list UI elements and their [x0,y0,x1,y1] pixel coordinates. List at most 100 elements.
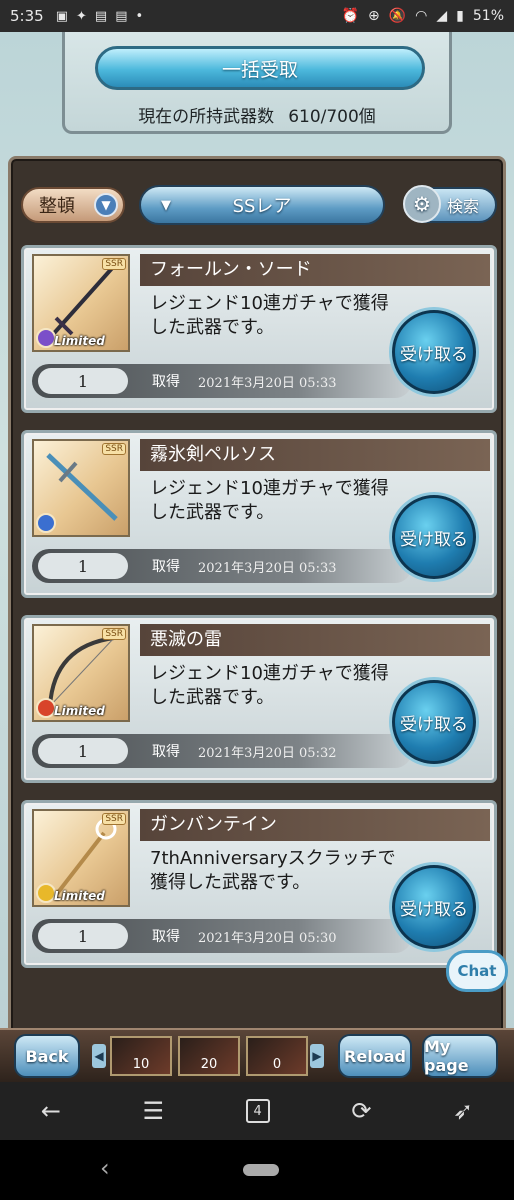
mute-icon: 🔕 [388,8,407,24]
acquired-label: 取得 [152,374,180,390]
system-back-icon[interactable]: ‹ [100,1154,110,1182]
search-button[interactable]: ⚙ 検索 [403,185,497,223]
acquired-label: 取得 [152,929,180,945]
dropdown-triangle-icon: ▼ [161,198,171,213]
element-icon [36,698,56,718]
weapon-thumbnail: SSR [32,439,130,537]
game-viewport: 一括受取 現在の所持武器数 610/700個 整頓 ▼ ▼ SSレア ⚙ 検索 S… [0,32,514,1082]
weapon-quantity: 1 [38,923,128,949]
acquisition-bar: 1 取得 2021年3月20日 05:33 [32,549,412,583]
browser-toolbar: ← ☰ 4 ⟳ ➶ [0,1082,514,1140]
ability-count: 0 [272,1057,282,1072]
ability-slot[interactable]: 10 [110,1036,172,1076]
news-icon: ▤ [94,8,108,24]
acquired-date: 2021年3月20日 05:32 [198,746,337,761]
news-icon: ▤ [115,8,128,24]
element-icon [36,328,56,348]
weapon-thumbnail: SSR Limited [32,809,130,907]
limited-badge: Limited [54,704,105,718]
twitter-icon: ✦ [75,8,87,24]
weapon-description: レジェンド10連ガチャで獲得した武器です。 [150,478,389,523]
limited-badge: Limited [54,889,105,903]
weapon-card: SSR Limited 悪滅の雷 レジェンド10連ガチャで獲得した武器です。 1… [21,615,497,783]
weapon-card: SSR 霧氷剣ペルソス レジェンド10連ガチャで獲得した武器です。 1 取得 2… [21,430,497,598]
rarity-filter-label: SSレア [232,196,292,217]
acquisition-bar: 1 取得 2021年3月20日 05:30 [32,919,412,953]
acquired-date: 2021年3月20日 05:33 [198,561,337,576]
sort-button[interactable]: 整頓 ▼ [21,187,125,223]
alarm-icon: ⏰ [341,8,359,24]
weapon-count: 現在の所持武器数 610/700個 [65,102,449,127]
ssr-badge: SSR [102,258,126,270]
chat-button[interactable]: Chat [446,950,508,992]
element-icon [36,883,56,903]
game-nav-bar: Back ◀ 10 20 0 ▶ Reload My page [0,1028,514,1082]
ssr-badge: SSR [102,628,126,640]
tab-switcher-button[interactable]: 4 [245,1099,270,1123]
reload-button[interactable]: Reload [338,1034,412,1078]
receive-button[interactable]: 受け取る [392,310,476,394]
image-icon: ▣ [55,8,68,24]
limited-badge: Limited [54,334,105,348]
rarity-filter-dropdown[interactable]: ▼ SSレア [139,185,385,225]
top-panel: 一括受取 現在の所持武器数 610/700個 [62,32,452,134]
claim-all-button[interactable]: 一括受取 [95,46,425,90]
gear-icon: ⚙ [403,185,441,223]
weapon-description: 7thAnniversaryスクラッチで獲得した武器です。 [150,848,396,893]
acquisition-bar: 1 取得 2021年3月20日 05:32 [32,734,412,768]
weapon-name: フォールン・ソード [140,254,490,286]
mypage-button[interactable]: My page [422,1034,498,1078]
receive-button[interactable]: 受け取る [392,495,476,579]
signal-icon: ◢ [436,8,448,24]
data-saver-icon: ⊕ [367,8,380,24]
back-button[interactable]: Back [14,1034,80,1078]
weapon-thumbnail: SSR Limited [32,624,130,722]
arrow-left-icon[interactable]: ← [41,1097,61,1125]
status-bar: 5:35 ▣ ✦ ▤ ▤ • ⏰ ⊕ 🔕 ◠ ◢ ▮ 51% [0,0,514,32]
home-pill[interactable] [243,1164,279,1176]
status-time: 5:35 [10,7,44,25]
weapon-count-value: 610/700個 [288,107,376,127]
wifi-icon: ◠ [415,8,428,24]
battery-icon: ▮ [456,8,464,24]
weapon-count-label: 現在の所持武器数 [138,107,275,127]
receive-button[interactable]: 受け取る [392,865,476,949]
battery-percent: 51% [472,8,504,24]
search-label: 検索 [446,197,479,216]
weapon-card: SSR Limited フォールン・ソード レジェンド10連ガチャで獲得した武器… [21,245,497,413]
system-nav-bar: ‹ [0,1140,514,1200]
element-icon [36,513,56,533]
weapon-description: レジェンド10連ガチャで獲得した武器です。 [150,293,389,338]
acquired-label: 取得 [152,559,180,575]
scroll-left-arrow[interactable]: ◀ [92,1044,106,1068]
scroll-right-arrow[interactable]: ▶ [310,1044,324,1068]
acquired-date: 2021年3月20日 05:33 [198,376,337,391]
weapon-description: レジェンド10連ガチャで獲得した武器です。 [150,663,389,708]
acquisition-bar: 1 取得 2021年3月20日 05:33 [32,364,412,398]
chevron-down-icon: ▼ [94,193,118,217]
ability-slot[interactable]: 20 [178,1036,240,1076]
sort-label: 整頓 [39,196,75,217]
weapon-quantity: 1 [38,368,128,394]
weapon-name: ガンバンテイン [140,809,490,841]
weapon-list-frame: 整頓 ▼ ▼ SSレア ⚙ 検索 SSR Limited フォールン・ソード レ… [8,156,506,1056]
acquired-label: 取得 [152,744,180,760]
weapon-quantity: 1 [38,738,128,764]
weapon-thumbnail: SSR Limited [32,254,130,352]
receive-button[interactable]: 受け取る [392,680,476,764]
menu-icon[interactable]: ☰ [143,1097,165,1125]
dot-icon: • [135,8,144,24]
ability-count: 10 [132,1057,150,1072]
weapon-name: 悪滅の雷 [140,624,490,656]
list-toolbar: 整頓 ▼ ▼ SSレア ⚙ 検索 [21,185,497,225]
weapon-name: 霧氷剣ペルソス [140,439,490,471]
ability-slot[interactable]: 0 [246,1036,308,1076]
weapon-card: SSR Limited ガンバンテイン 7thAnniversaryスクラッチで… [21,800,497,968]
weapon-quantity: 1 [38,553,128,579]
refresh-icon[interactable]: ⟳ [351,1097,371,1125]
ssr-badge: SSR [102,443,126,455]
acquired-date: 2021年3月20日 05:30 [198,931,337,946]
rocket-icon[interactable]: ➶ [453,1097,473,1125]
ssr-badge: SSR [102,813,126,825]
ability-count: 20 [200,1057,218,1072]
